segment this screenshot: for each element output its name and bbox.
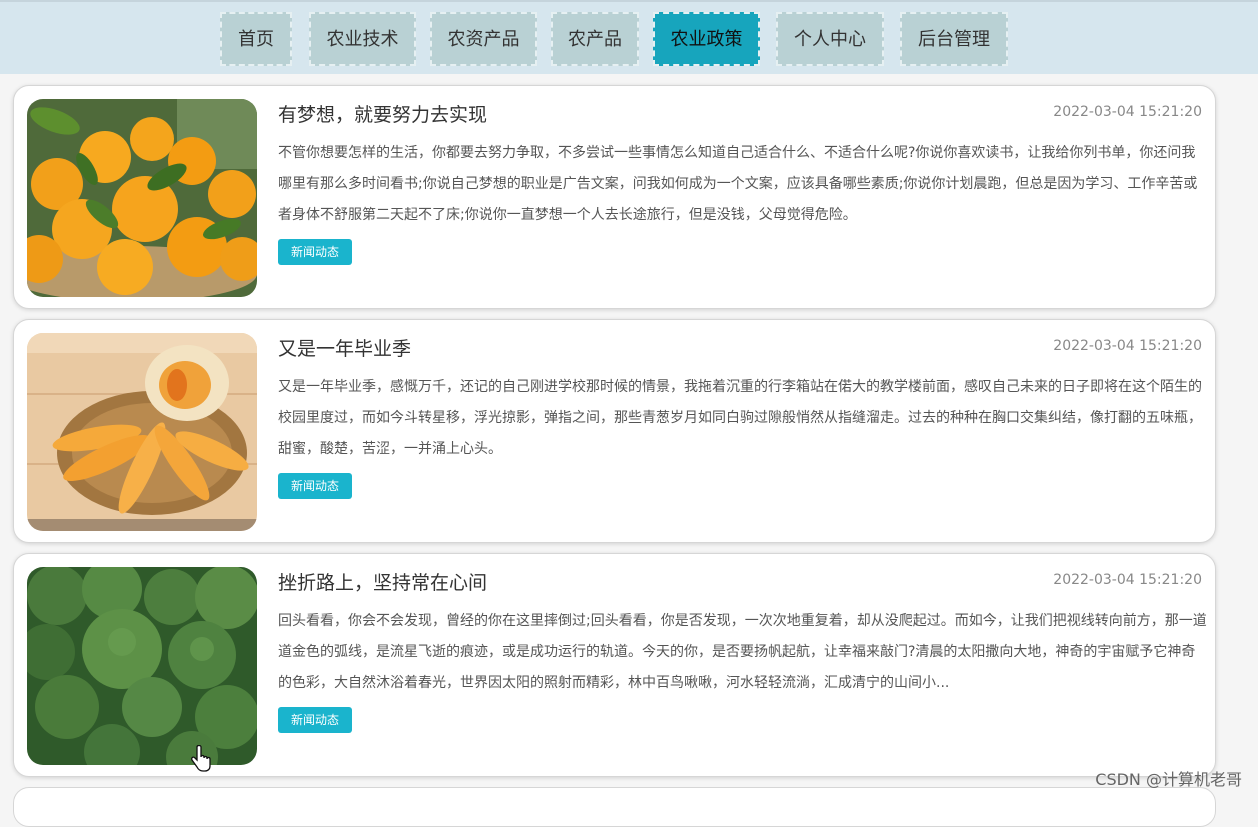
article-summary: 不管你想要怎样的生活，你都要去努力争取，不多尝试一些事情怎么知道自己适合什么、不… xyxy=(278,145,1198,223)
news-tag-button[interactable]: 新闻动态 xyxy=(278,473,353,499)
article-card[interactable]: 挫折路上，坚持常在心间 2022-03-04 15:21:20 回头看看，你会不… xyxy=(13,553,1216,777)
broccoli-photo[interactable] xyxy=(27,567,257,765)
article-date: 2022-03-04 15:21:20 xyxy=(1053,104,1202,120)
nav-item-agri-supplies[interactable]: 农资产品 xyxy=(430,12,537,66)
top-nav-bar: 首页 农业技术 农资产品 农产品 农业政策 个人中心 后台管理 xyxy=(0,0,1258,74)
nav-item-personal-center[interactable]: 个人中心 xyxy=(776,12,884,66)
nav-item-agri-tech[interactable]: 农业技术 xyxy=(309,12,416,66)
article-title[interactable]: 挫折路上，坚持常在心间 xyxy=(278,568,487,595)
article-card[interactable]: 有梦想，就要努力去实现 2022-03-04 15:21:20 不管你想要怎样的… xyxy=(13,85,1216,309)
article-date: 2022-03-04 15:21:20 xyxy=(1053,338,1202,354)
news-tag-button[interactable]: 新闻动态 xyxy=(278,239,353,265)
news-tag-button[interactable]: 新闻动态 xyxy=(278,707,353,733)
oranges-photo[interactable] xyxy=(27,99,257,297)
main-nav: 首页 农业技术 农资产品 农产品 农业政策 个人中心 后台管理 xyxy=(0,12,1258,66)
article-title[interactable]: 有梦想，就要努力去实现 xyxy=(278,100,487,127)
hand-cursor-icon xyxy=(191,744,211,777)
article-date: 2022-03-04 15:21:20 xyxy=(1053,572,1202,588)
nav-item-agri-policy[interactable]: 农业政策 xyxy=(653,12,760,66)
watermark: CSDN @计算机老哥 xyxy=(1095,770,1242,789)
article-card-partial xyxy=(13,787,1216,827)
nav-item-home[interactable]: 首页 xyxy=(220,12,292,66)
nav-item-agri-products[interactable]: 农产品 xyxy=(551,12,639,66)
article-summary: 回头看看，你会不会发现，曾经的你在这里摔倒过;回头看看，你是否发现，一次次地重复… xyxy=(278,613,1207,691)
article-title[interactable]: 又是一年毕业季 xyxy=(278,334,411,361)
melon-photo[interactable] xyxy=(27,333,257,531)
article-card[interactable]: 又是一年毕业季 2022-03-04 15:21:20 又是一年毕业季，感慨万千… xyxy=(13,319,1216,543)
nav-item-admin[interactable]: 后台管理 xyxy=(900,12,1008,66)
article-summary: 又是一年毕业季，感慨万千，还记的自己刚进学校那时候的情景，我拖着沉重的行李箱站在… xyxy=(278,379,1202,457)
